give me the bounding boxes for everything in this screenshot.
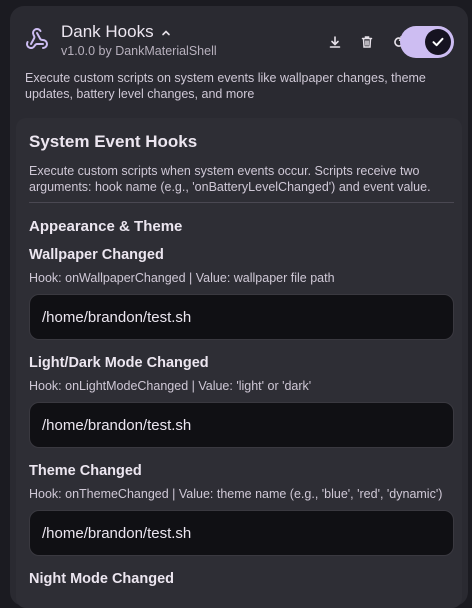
download-icon[interactable] bbox=[325, 32, 345, 52]
hook-info-wallpaper: Hook: onWallpaperChanged | Value: wallpa… bbox=[29, 271, 335, 285]
plugin-card: Dank Hooks v1.0.0 by DankMaterialShell E… bbox=[10, 6, 468, 608]
check-icon bbox=[425, 29, 451, 55]
plugin-title: Dank Hooks bbox=[61, 22, 154, 41]
hook-script-input-light-dark[interactable] bbox=[30, 403, 453, 447]
group-title: Appearance & Theme bbox=[29, 218, 183, 235]
hook-info-theme: Hook: onThemeChanged | Value: theme name… bbox=[29, 487, 443, 501]
hook-script-field-theme[interactable] bbox=[29, 510, 454, 556]
divider bbox=[29, 202, 454, 203]
hook-info-light-dark: Hook: onLightModeChanged | Value: 'light… bbox=[29, 379, 312, 393]
hook-script-input-wallpaper[interactable] bbox=[30, 295, 453, 339]
hook-title-theme: Theme Changed bbox=[29, 463, 142, 479]
webhook-icon bbox=[25, 27, 49, 51]
hook-script-field-wallpaper[interactable] bbox=[29, 294, 454, 340]
chevron-up-icon[interactable] bbox=[160, 26, 172, 38]
settings-panel: System Event Hooks Execute custom script… bbox=[16, 118, 462, 608]
plugin-version: v1.0.0 by DankMaterialShell bbox=[61, 44, 217, 58]
trash-icon[interactable] bbox=[357, 32, 377, 52]
plugin-header: Dank Hooks v1.0.0 by DankMaterialShell bbox=[25, 20, 456, 64]
hook-title-wallpaper: Wallpaper Changed bbox=[29, 247, 164, 263]
hook-title-night-mode: Night Mode Changed bbox=[29, 571, 174, 587]
hook-script-field-light-dark[interactable] bbox=[29, 402, 454, 448]
hook-title-light-dark: Light/Dark Mode Changed bbox=[29, 355, 209, 371]
plugin-enable-toggle[interactable] bbox=[400, 26, 454, 58]
plugin-description: Execute custom scripts on system events … bbox=[25, 71, 426, 101]
section-description: Execute custom scripts when system event… bbox=[29, 164, 431, 194]
section-title: System Event Hooks bbox=[29, 132, 198, 151]
hook-script-input-theme[interactable] bbox=[30, 511, 453, 555]
plugin-title-row[interactable]: Dank Hooks bbox=[61, 22, 172, 42]
